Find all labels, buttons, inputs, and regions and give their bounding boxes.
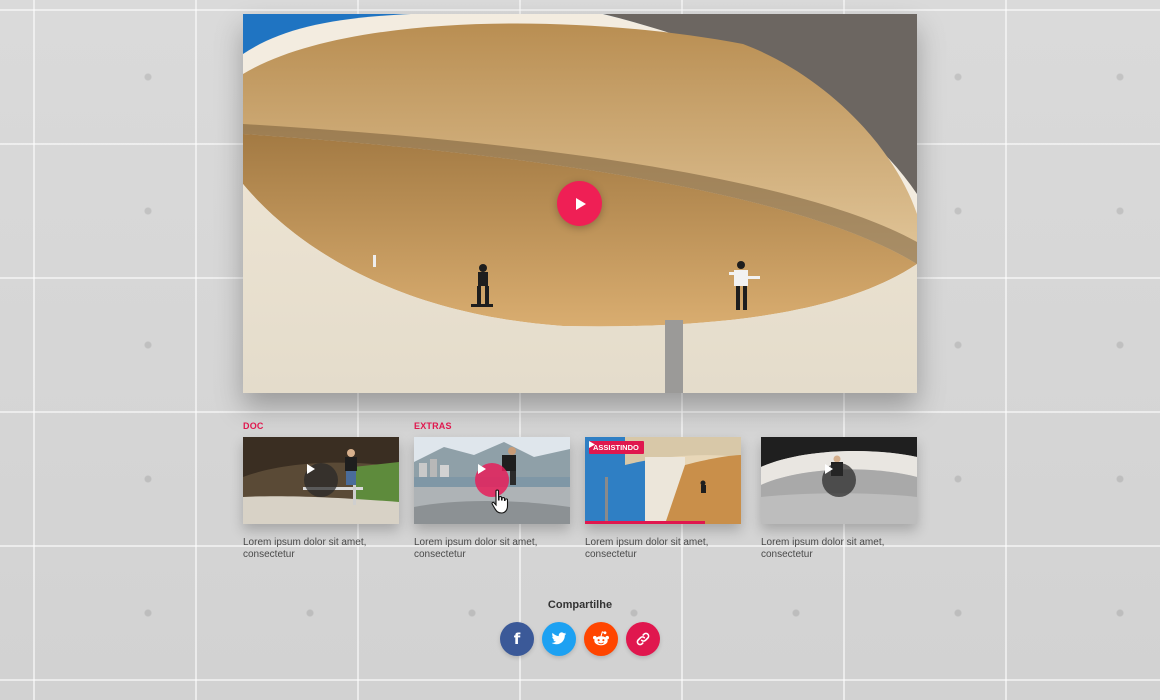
- play-icon: [589, 441, 595, 448]
- badge-label: ASSISTINDO: [593, 443, 639, 452]
- reddit-icon: [593, 631, 609, 646]
- video-thumbnail-1[interactable]: [243, 437, 399, 524]
- video-caption: Lorem ipsum dolor sit amet, consectetur: [243, 537, 367, 560]
- video-tag: EXTRAS: [414, 421, 452, 431]
- video-thumbnail-2[interactable]: [414, 437, 570, 524]
- thumbnail-play-button[interactable]: [822, 463, 856, 497]
- video-progress-bar: [585, 521, 706, 524]
- play-icon: [478, 464, 486, 474]
- twitter-icon: [551, 632, 567, 645]
- facebook-share-button[interactable]: f: [500, 622, 534, 656]
- play-icon: [825, 464, 833, 474]
- thumbnail-play-button[interactable]: [304, 463, 338, 497]
- main-video-player[interactable]: [243, 14, 917, 393]
- video-caption: Lorem ipsum dolor sit amet, consectetur: [761, 537, 885, 560]
- video-caption: Lorem ipsum dolor sit amet, consectetur: [414, 537, 538, 560]
- play-icon: [307, 464, 315, 474]
- now-watching-badge: ASSISTINDO: [589, 441, 644, 454]
- reddit-share-button[interactable]: [584, 622, 618, 656]
- twitter-share-button[interactable]: [542, 622, 576, 656]
- play-icon: [575, 197, 586, 210]
- link-icon: [636, 632, 650, 646]
- video-thumbnail-3[interactable]: ASSISTINDO: [585, 437, 741, 524]
- copy-link-button[interactable]: [626, 622, 660, 656]
- facebook-icon: f: [513, 630, 521, 648]
- video-caption: Lorem ipsum dolor sit amet, consectetur: [585, 537, 709, 560]
- thumbnail-play-button[interactable]: [475, 463, 509, 497]
- share-title: Compartilhe: [547, 599, 613, 611]
- video-thumbnail-4[interactable]: [761, 437, 917, 524]
- share-buttons: f: [500, 622, 660, 656]
- video-tag: DOC: [243, 421, 264, 431]
- main-play-button[interactable]: [557, 181, 602, 226]
